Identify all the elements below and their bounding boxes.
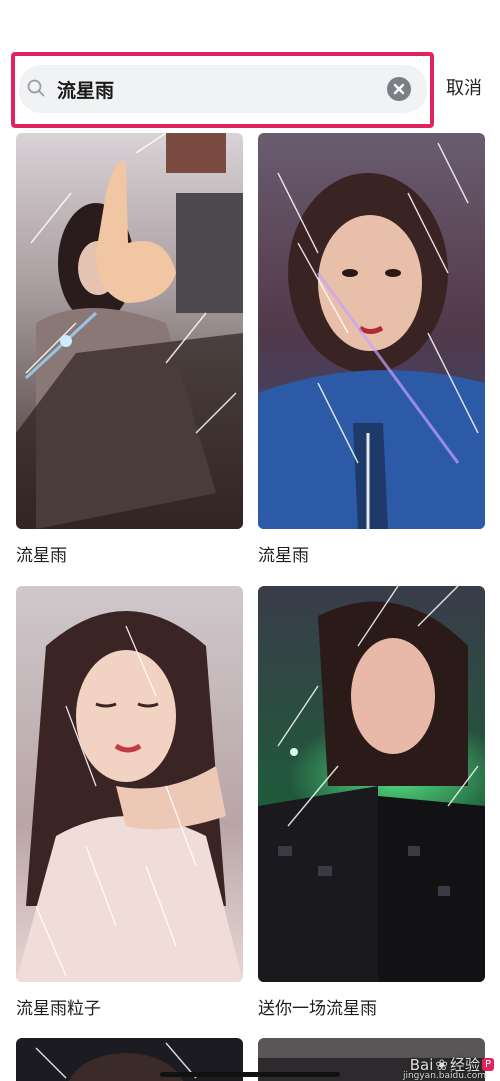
watermark-url: jingyan.baidu.com — [402, 1071, 486, 1081]
clear-icon[interactable] — [387, 77, 411, 101]
result-title: 流星雨 — [258, 546, 309, 566]
result-title: 流星雨 — [16, 546, 67, 566]
result-title: 送你一场流星雨 — [258, 999, 377, 1019]
search-input[interactable] — [57, 70, 377, 108]
result-card[interactable]: 流星雨 — [258, 133, 485, 566]
search-icon — [27, 79, 45, 97]
result-thumbnail[interactable] — [16, 586, 243, 982]
watermark-badge: P — [481, 1058, 494, 1071]
result-title: 流星雨粒子 — [16, 999, 101, 1019]
result-card[interactable]: 流星雨 — [16, 133, 243, 566]
result-card[interactable]: 流星雨粒子 — [16, 586, 243, 1019]
home-indicator[interactable] — [160, 1072, 340, 1077]
result-thumbnail[interactable] — [16, 133, 243, 529]
result-card[interactable]: 送你一场流星雨 — [258, 586, 485, 1019]
cancel-button[interactable]: 取消 — [446, 74, 482, 100]
result-thumbnail[interactable] — [258, 133, 485, 529]
result-thumbnail[interactable] — [258, 586, 485, 982]
search-results-page: 取消 — [0, 0, 500, 1081]
